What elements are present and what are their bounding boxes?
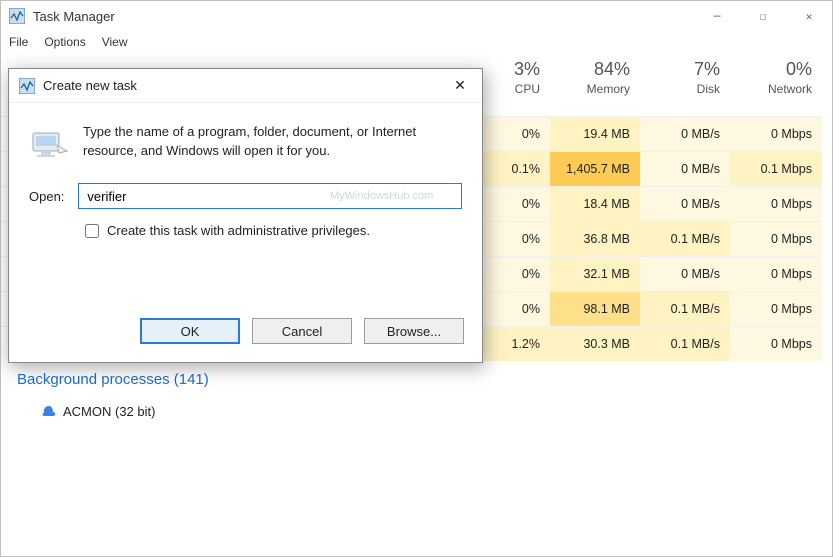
disk-cell: 0 MB/s: [640, 152, 730, 186]
minimize-button[interactable]: ─: [694, 1, 740, 31]
titlebar[interactable]: Task Manager ─ ☐ ✕: [1, 1, 832, 31]
admin-label: Create this task with administrative pri…: [107, 223, 370, 238]
dialog-description: Type the name of a program, folder, docu…: [83, 123, 462, 163]
browse-button[interactable]: Browse...: [364, 318, 464, 344]
disk-cell: 0 MB/s: [640, 257, 730, 291]
task-manager-icon: [19, 78, 35, 94]
mem-cell: 1,405.7 MB: [550, 152, 640, 186]
net-cell: 0 Mbps: [730, 327, 822, 361]
mem-cell: 30.3 MB: [550, 327, 640, 361]
maximize-button[interactable]: ☐: [740, 1, 786, 31]
mem-cell: 18.4 MB: [550, 187, 640, 221]
net-cell: 0 Mbps: [730, 187, 822, 221]
open-label: Open:: [29, 189, 64, 204]
disk-cell: 0.1 MB/s: [640, 292, 730, 326]
mem-label[interactable]: Memory: [550, 80, 640, 96]
close-button[interactable]: ✕: [786, 1, 832, 31]
process-name: ACMON (32 bit): [63, 404, 155, 419]
cpu-cell: 0%: [480, 222, 550, 256]
column-headers: 3% 84% 7% 0% CPU Memory Disk Network: [480, 59, 822, 96]
table-row[interactable]: ACMON (32 bit): [1, 394, 822, 429]
menu-options[interactable]: Options: [44, 35, 85, 49]
disk-cell: 0.1 MB/s: [640, 222, 730, 256]
disk-label[interactable]: Disk: [640, 80, 730, 96]
cancel-button[interactable]: Cancel: [252, 318, 352, 344]
cpu-label[interactable]: CPU: [480, 80, 550, 96]
disk-pct[interactable]: 7%: [640, 59, 730, 80]
disk-cell: 0 MB/s: [640, 117, 730, 151]
cpu-cell: 0%: [480, 187, 550, 221]
mem-cell: 36.8 MB: [550, 222, 640, 256]
menu-file[interactable]: File: [9, 35, 28, 49]
dialog-titlebar[interactable]: Create new task ✕: [9, 69, 482, 103]
menu-bar: File Options View: [1, 31, 832, 53]
cpu-cell: 0%: [480, 292, 550, 326]
run-icon: [29, 123, 69, 163]
net-cell: 0 Mbps: [730, 257, 822, 291]
menu-view[interactable]: View: [102, 35, 128, 49]
net-cell: 0 Mbps: [730, 292, 822, 326]
disk-cell: 0 MB/s: [640, 187, 730, 221]
net-cell: 0.1 Mbps: [730, 152, 822, 186]
ok-button[interactable]: OK: [140, 318, 240, 344]
net-cell: 0 Mbps: [730, 117, 822, 151]
task-manager-icon: [9, 8, 25, 24]
mem-cell: 19.4 MB: [550, 117, 640, 151]
dialog-title: Create new task: [43, 78, 137, 93]
dialog-close-button[interactable]: ✕: [438, 69, 482, 101]
cpu-pct[interactable]: 3%: [480, 59, 550, 80]
cpu-cell: 1.2%: [480, 327, 550, 361]
background-processes-header: Background processes (141): [1, 361, 822, 394]
mem-cell: 32.1 MB: [550, 257, 640, 291]
mem-cell: 98.1 MB: [550, 292, 640, 326]
mem-pct[interactable]: 84%: [550, 59, 640, 80]
net-label[interactable]: Network: [730, 80, 822, 96]
open-input[interactable]: [78, 183, 462, 209]
cpu-cell: 0%: [480, 117, 550, 151]
admin-checkbox[interactable]: [85, 224, 99, 238]
cpu-cell: 0%: [480, 257, 550, 291]
net-pct[interactable]: 0%: [730, 59, 822, 80]
disk-cell: 0.1 MB/s: [640, 327, 730, 361]
cpu-cell: 0.1%: [480, 152, 550, 186]
net-cell: 0 Mbps: [730, 222, 822, 256]
create-task-dialog: Create new task ✕ Type the name of a pro…: [8, 68, 483, 363]
window-title: Task Manager: [33, 9, 115, 24]
